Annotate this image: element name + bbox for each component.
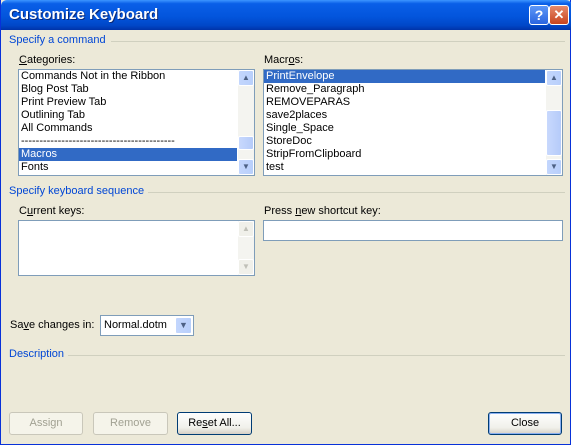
new-shortcut-label: Press new shortcut key: xyxy=(264,205,381,217)
list-item[interactable]: Print Preview Tab xyxy=(19,96,237,109)
scroll-up-icon: ▲ xyxy=(238,221,254,237)
scroll-down-icon: ▼ xyxy=(238,259,254,275)
scroll-thumb[interactable] xyxy=(546,110,562,156)
scroll-down-icon[interactable]: ▼ xyxy=(238,159,254,175)
list-item[interactable]: Outlining Tab xyxy=(19,109,237,122)
title-bar[interactable]: Customize Keyboard ? ✕ xyxy=(1,0,571,30)
scroll-down-icon[interactable]: ▼ xyxy=(546,159,562,175)
list-item[interactable]: PrintEnvelope xyxy=(264,70,545,83)
group-divider xyxy=(148,192,565,193)
help-icon: ? xyxy=(534,7,544,23)
list-item[interactable]: test xyxy=(264,161,545,174)
group-divider xyxy=(111,41,565,42)
chevron-down-icon[interactable]: ▼ xyxy=(175,317,192,334)
save-changes-dropdown[interactable]: Normal.dotm ▼ xyxy=(100,315,194,336)
assign-button[interactable]: Assign xyxy=(9,412,83,435)
scroll-thumb[interactable] xyxy=(238,136,254,150)
categories-label: Categories: xyxy=(19,54,76,66)
macros-scrollbar[interactable]: ▲ ▼ xyxy=(546,70,562,175)
group-label-keyboard-sequence: Specify keyboard sequence xyxy=(9,185,145,197)
window-title: Customize Keyboard xyxy=(9,6,159,23)
close-icon: ✕ xyxy=(553,7,565,22)
group-label-description: Description xyxy=(9,348,65,360)
list-item[interactable]: Blog Post Tab xyxy=(19,83,237,96)
current-keys-listbox[interactable]: ▲ ▼ xyxy=(18,220,255,276)
save-changes-label: Save changes in: xyxy=(10,319,95,331)
macros-listbox[interactable]: PrintEnvelope Remove_Paragraph REMOVEPAR… xyxy=(263,69,563,176)
group-label-specify-command: Specify a command xyxy=(9,34,106,46)
new-shortcut-input[interactable] xyxy=(263,220,563,241)
scroll-up-icon[interactable]: ▲ xyxy=(546,70,562,86)
help-button[interactable]: ? xyxy=(529,5,549,25)
list-separator: ----------------------------------------… xyxy=(21,135,175,147)
remove-button[interactable]: Remove xyxy=(93,412,168,435)
macros-list: PrintEnvelope Remove_Paragraph REMOVEPAR… xyxy=(264,70,545,174)
list-item[interactable]: Fonts xyxy=(19,161,237,174)
list-item[interactable]: REMOVEPARAS xyxy=(264,96,545,109)
list-item[interactable]: Commands Not in the Ribbon xyxy=(19,70,237,83)
list-item[interactable]: Remove_Paragraph xyxy=(264,83,545,96)
reset-all-button[interactable]: Reset All... xyxy=(177,412,252,435)
list-item[interactable]: All Commands xyxy=(19,122,237,135)
close-button[interactable]: Close xyxy=(488,412,562,435)
categories-listbox[interactable]: Commands Not in the Ribbon Blog Post Tab… xyxy=(18,69,255,176)
list-item[interactable]: save2places xyxy=(264,109,545,122)
categories-list: Commands Not in the Ribbon Blog Post Tab… xyxy=(19,70,237,174)
current-keys-scrollbar: ▲ ▼ xyxy=(238,221,254,275)
scroll-up-icon[interactable]: ▲ xyxy=(238,70,254,86)
current-keys-label: Current keys: xyxy=(19,205,85,217)
list-item[interactable]: StripFromClipboard xyxy=(264,148,545,161)
group-divider xyxy=(68,355,565,356)
customize-keyboard-dialog: Customize Keyboard ? ✕ Specify a command… xyxy=(0,0,571,445)
list-item[interactable]: Single_Space xyxy=(264,122,545,135)
macros-label: Macros: xyxy=(264,54,304,66)
save-changes-value: Normal.dotm xyxy=(104,319,167,331)
list-item[interactable]: Macros xyxy=(19,148,237,161)
categories-scrollbar[interactable]: ▲ ▼ xyxy=(238,70,254,175)
close-window-button[interactable]: ✕ xyxy=(549,5,569,25)
list-item[interactable]: StoreDoc xyxy=(264,135,545,148)
